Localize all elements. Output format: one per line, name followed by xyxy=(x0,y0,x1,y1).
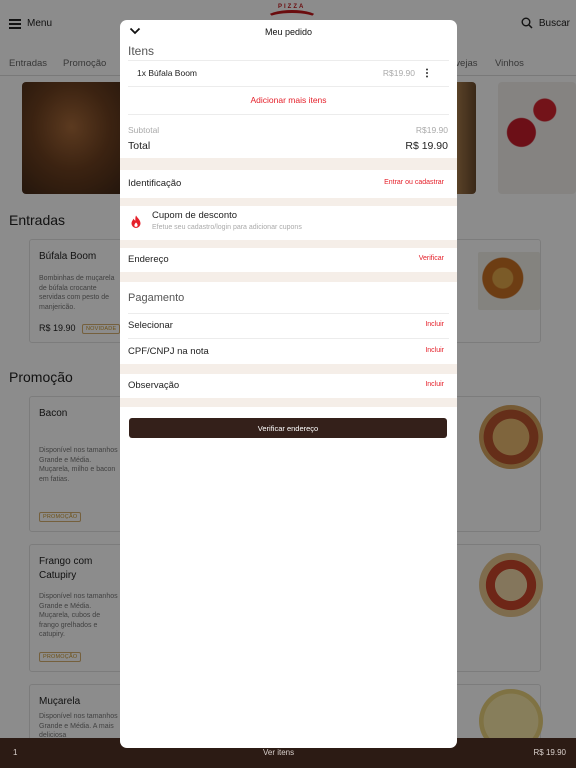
coupon-subtitle: Efetue seu cadastro/login para adicionar… xyxy=(152,224,302,231)
fire-icon xyxy=(131,215,141,228)
payment-method-label: Selecionar xyxy=(128,320,173,331)
add-payment-link[interactable]: Incluir xyxy=(425,321,444,328)
add-note-link[interactable]: Incluir xyxy=(425,381,444,388)
subtotal-value: R$19.90 xyxy=(415,125,448,135)
line-item[interactable]: 1x Búfala Boom R$19.90 xyxy=(120,62,457,86)
address-row[interactable]: Endereço Verificar xyxy=(120,248,457,272)
cart-quantity: 1 xyxy=(13,748,18,757)
cpf-label: CPF/CNPJ na nota xyxy=(128,346,209,357)
coupon-title: Cupom de desconto xyxy=(152,210,238,221)
cpf-row[interactable]: CPF/CNPJ na nota Incluir xyxy=(120,339,457,364)
line-item-name: 1x Búfala Boom xyxy=(137,68,198,78)
coupon-row[interactable]: Cupom de desconto Efetue seu cadastro/lo… xyxy=(120,206,457,240)
items-heading: Itens xyxy=(128,44,155,58)
payment-method-row[interactable]: Selecionar Incluir xyxy=(120,314,457,338)
cart-total: R$ 19.90 xyxy=(533,748,566,757)
add-cpf-link[interactable]: Incluir xyxy=(425,347,444,354)
verify-address-link[interactable]: Verificar xyxy=(419,255,444,262)
add-more-items-link[interactable]: Adicionar mais itens xyxy=(120,95,457,105)
more-options-icon[interactable] xyxy=(425,68,429,78)
subtotal-label: Subtotal xyxy=(128,125,160,135)
payment-heading: Pagamento xyxy=(128,292,185,304)
note-row[interactable]: Observação Incluir xyxy=(120,374,457,398)
line-item-price: R$19.90 xyxy=(382,68,415,78)
identification-label: Identificação xyxy=(128,178,182,189)
modal-header: Meu pedido xyxy=(120,20,457,44)
modal-title: Meu pedido xyxy=(264,27,313,37)
order-modal: Meu pedido Itens 1x Búfala Boom R$19.90 … xyxy=(120,20,457,748)
verify-address-button[interactable]: Verificar endereço xyxy=(129,418,447,438)
total-label: Total xyxy=(128,140,151,152)
view-items-button[interactable]: Ver itens xyxy=(263,748,294,757)
address-label: Endereço xyxy=(128,254,169,265)
identification-row[interactable]: Identificação Entrar ou cadastrar xyxy=(120,170,457,198)
note-label: Observação xyxy=(128,380,180,391)
total-value: R$ 19.90 xyxy=(405,140,448,152)
login-link[interactable]: Entrar ou cadastrar xyxy=(384,179,444,186)
